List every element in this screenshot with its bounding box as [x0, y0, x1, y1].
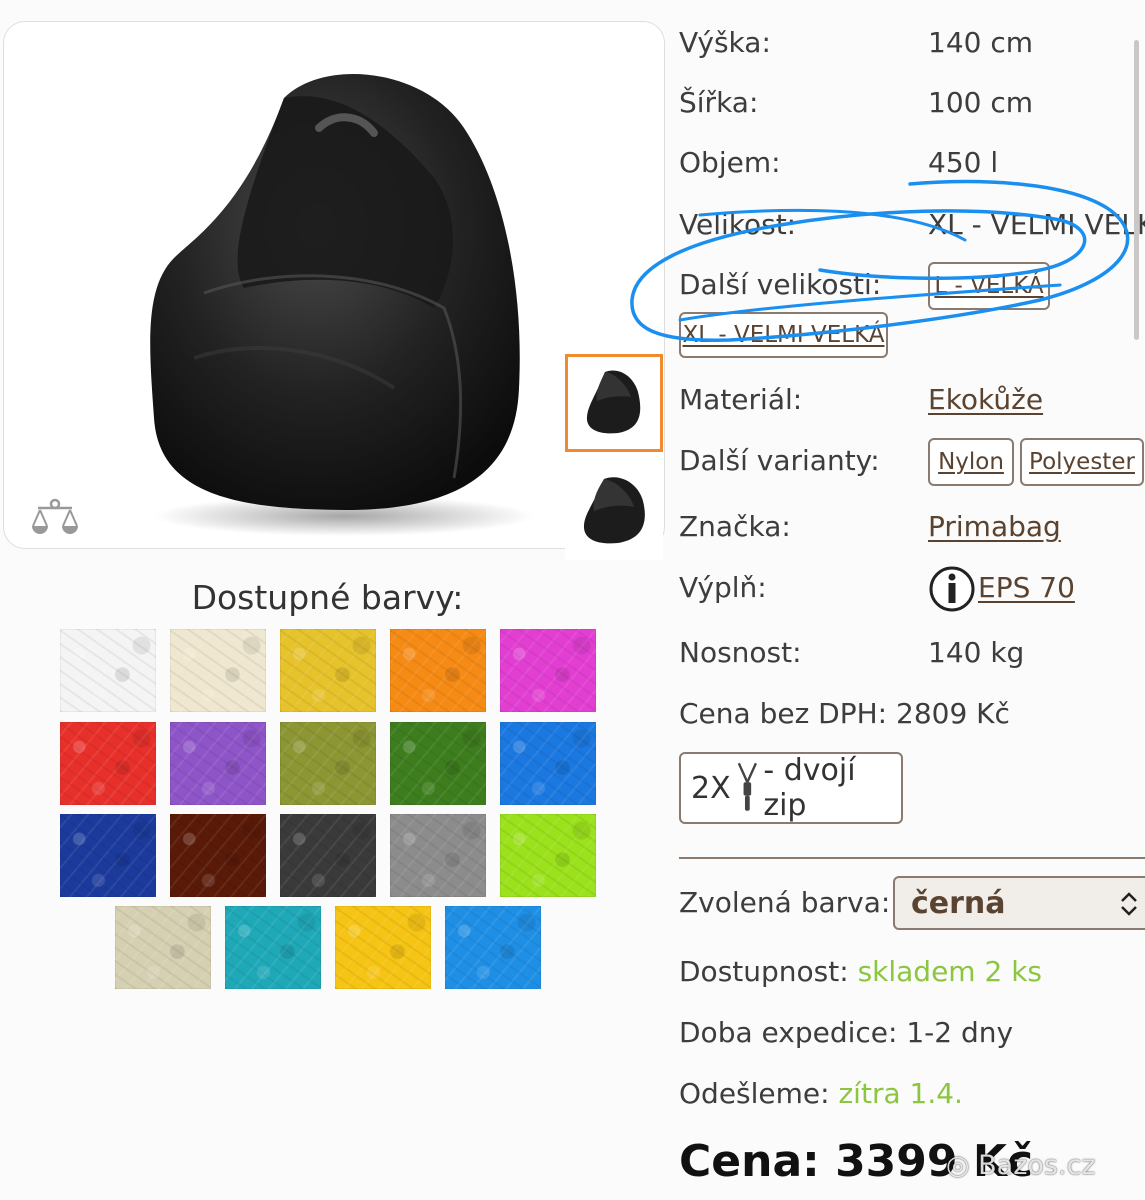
watermark-logo-icon: ◎	[946, 1150, 979, 1181]
color-swatch[interactable]	[445, 906, 541, 989]
color-swatch[interactable]	[390, 722, 486, 805]
capacity-label: Nosnost:	[679, 636, 802, 669]
variant-chip-polyester[interactable]: Polyester	[1020, 438, 1144, 486]
dispatch-time: Doba expedice: 1-2 dny	[679, 1016, 1014, 1049]
color-swatch[interactable]	[170, 722, 266, 805]
material-label: Materiál:	[679, 383, 803, 416]
other-sizes-label: Další velikosti:	[679, 268, 882, 301]
shipping-label: Odešleme:	[679, 1077, 830, 1110]
color-select[interactable]: černá	[893, 876, 1145, 930]
color-swatch[interactable]	[500, 722, 596, 805]
double-zip-badge: 2X - dvojí zip	[679, 752, 903, 824]
color-swatch[interactable]	[500, 814, 596, 897]
scrollbar[interactable]	[1134, 40, 1139, 340]
shipping-value: zítra 1.4.	[838, 1077, 963, 1110]
height-value: 140 cm	[928, 26, 1034, 59]
compare-scale-icon[interactable]	[30, 496, 80, 540]
select-chevrons-icon	[1121, 892, 1137, 916]
color-swatch[interactable]	[390, 814, 486, 897]
filling-label: Výplň:	[679, 571, 767, 604]
zip-text: - dvojí zip	[763, 753, 856, 823]
thumbnail-selected[interactable]	[565, 354, 663, 452]
beanbag-thumbnail	[583, 477, 645, 544]
size-value: XL - VELMI VELK	[928, 208, 1145, 241]
product-gallery	[3, 21, 665, 560]
color-swatch[interactable]	[170, 814, 266, 897]
color-swatch[interactable]	[60, 629, 156, 712]
size-chip-xl[interactable]: XL - VELMI VELKÁ	[679, 312, 888, 358]
variants-label: Další varianty:	[679, 444, 880, 477]
color-swatch[interactable]	[280, 722, 376, 805]
color-swatch[interactable]	[115, 906, 211, 989]
width-label: Šířka:	[679, 86, 759, 119]
beanbag-image[interactable]	[134, 58, 534, 538]
shipping: Odešleme: zítra 1.4.	[679, 1077, 963, 1110]
color-swatch[interactable]	[280, 814, 376, 897]
availability: Dostupnost: skladem 2 ks	[679, 955, 1042, 988]
availability-label: Dostupnost:	[679, 955, 849, 988]
color-select-value: černá	[911, 885, 1006, 921]
color-select-label: Zvolená barva:	[679, 886, 891, 919]
width-value: 100 cm	[928, 86, 1034, 119]
color-swatch[interactable]	[390, 629, 486, 712]
size-chip-l[interactable]: L - VELKÁ	[928, 262, 1050, 310]
variant-chip-nylon[interactable]: Nylon	[928, 438, 1014, 486]
filling-link[interactable]: EPS 70	[978, 571, 1075, 604]
color-swatch[interactable]	[60, 814, 156, 897]
zipper-icon	[737, 762, 757, 811]
color-swatch[interactable]	[500, 629, 596, 712]
watermark-text: Bazos.cz	[978, 1150, 1096, 1181]
material-link[interactable]: Ekokůže	[928, 383, 1043, 416]
volume-value: 450 l	[928, 146, 999, 179]
height-label: Výška:	[679, 26, 771, 59]
price-without-vat: Cena bez DPH: 2809 Kč	[679, 697, 1010, 730]
color-swatch[interactable]	[225, 906, 321, 989]
volume-label: Objem:	[679, 146, 781, 179]
brand-label: Značka:	[679, 510, 791, 543]
size-label: Velikost:	[679, 208, 797, 241]
divider	[679, 857, 1145, 859]
color-swatch[interactable]	[335, 906, 431, 989]
availability-value: skladem 2 ks	[857, 955, 1042, 988]
color-swatch[interactable]	[60, 722, 156, 805]
colors-title: Dostupné barvy:	[191, 578, 464, 617]
color-swatch[interactable]	[280, 629, 376, 712]
info-icon[interactable]	[928, 565, 976, 613]
watermark: ◎ Bazos.cz	[946, 1150, 1096, 1181]
thumbnail[interactable]	[565, 462, 663, 560]
capacity-value: 140 kg	[928, 636, 1025, 669]
beanbag-thumbnail	[586, 370, 641, 434]
brand-link[interactable]: Primabag	[928, 510, 1061, 543]
color-swatch[interactable]	[170, 629, 266, 712]
zip-count: 2X	[691, 770, 731, 806]
